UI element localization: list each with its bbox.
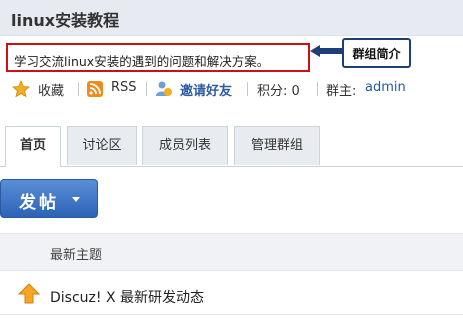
group-tabs: 首页 讨论区 成员列表 管理群组 [0,126,463,167]
group-title: linux安装教程 [11,11,120,30]
tab-manage-group[interactable]: 管理群组 [234,126,320,165]
invite-user-icon[interactable] [155,80,173,98]
invite-friends-link[interactable]: 邀请好友 [180,80,232,99]
group-description-highlight: 学习交流linux安装的遇到的问题和解决方案。 [6,43,310,72]
divider [146,82,147,96]
group-description: 学习交流linux安装的遇到的问题和解决方案。 [14,54,270,69]
rss-icon[interactable] [86,80,104,98]
divider [78,82,79,96]
group-header: linux安装教程 [0,0,463,36]
favorite-link[interactable]: 收藏 [38,80,64,99]
divider [317,82,318,96]
points-label: 积分: 0 [257,84,300,99]
pinned-up-arrow-icon [18,283,40,304]
latest-threads-heading: 最新主题 [50,248,103,263]
post-button[interactable]: 发帖 [0,179,98,218]
post-button-label: 发帖 [19,193,59,213]
chevron-down-icon [72,197,80,202]
owner-link[interactable]: admin [365,80,406,95]
tab-home[interactable]: 首页 [5,126,61,167]
star-icon[interactable] [12,80,30,98]
owner-label: 群主: [326,84,357,99]
thread-row[interactable]: Discuz! X 最新研发动态 [0,274,463,315]
tab-members[interactable]: 成员列表 [142,126,228,165]
tab-discussion[interactable]: 讨论区 [67,126,137,165]
annotation-arrow-icon [310,45,344,57]
annotation-label: 群组简介 [352,47,401,61]
divider [247,82,248,96]
thread-list-header: 最新主题 [0,233,463,271]
annotation-callout: 群组简介 [342,38,411,68]
thread-title-link[interactable]: Discuz! X 最新研发动态 [50,287,204,307]
rss-link[interactable]: RSS [111,80,137,95]
